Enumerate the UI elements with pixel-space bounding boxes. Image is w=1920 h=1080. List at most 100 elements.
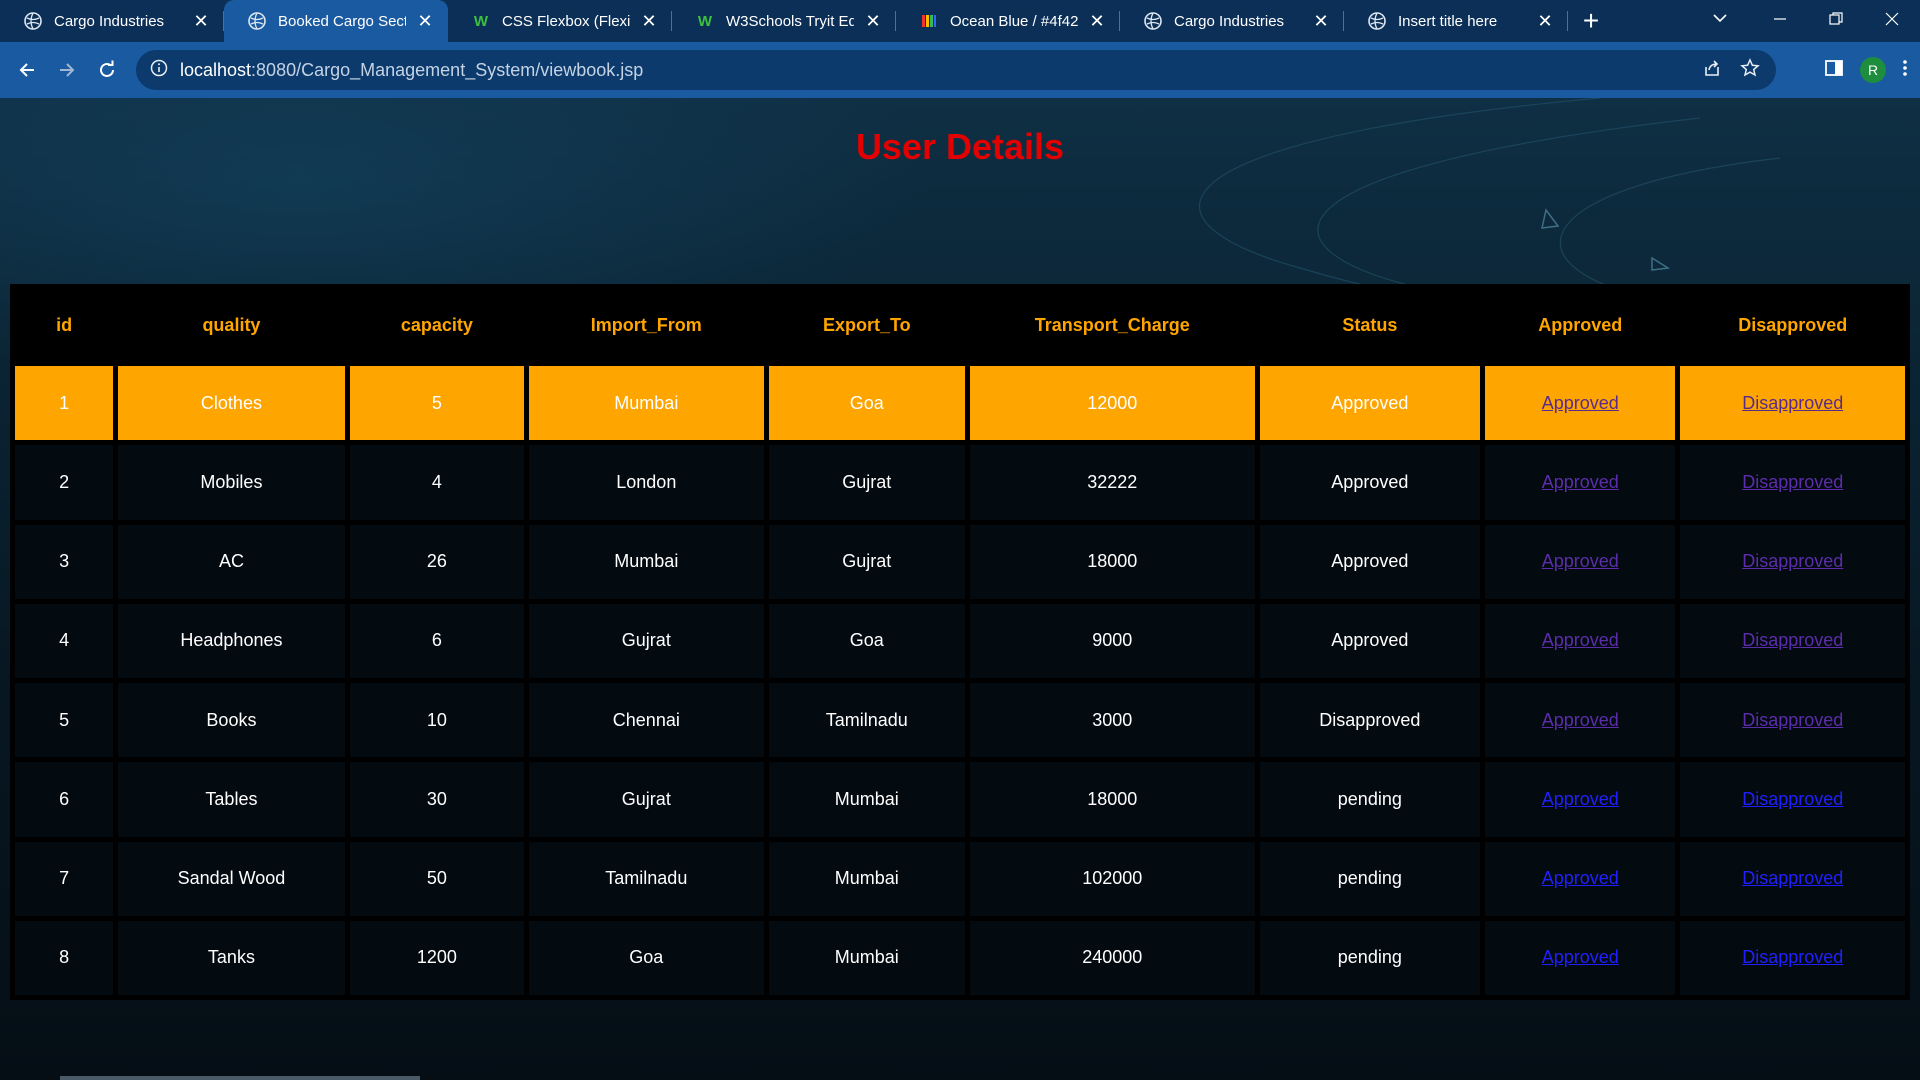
cell-transport-charge: 32222 xyxy=(969,445,1255,520)
restore-icon xyxy=(1829,12,1843,25)
cell-import-from: Gujrat xyxy=(529,603,764,678)
info-icon[interactable] xyxy=(150,59,168,82)
column-header-approved: Approved xyxy=(1538,314,1623,335)
cell-import-from: Goa xyxy=(529,920,764,995)
disapprove-link[interactable]: Disapproved xyxy=(1742,710,1843,730)
share-icon[interactable] xyxy=(1702,58,1722,83)
tab-strip: Cargo Industries ✕ Booked Cargo Section … xyxy=(0,0,1920,42)
table-row: 8 Tanks 1200 Goa Mumbai 240000 pending A… xyxy=(15,920,1905,995)
tab-cargo-industries-2[interactable]: Cargo Industries ✕ xyxy=(1120,0,1344,42)
approve-link[interactable]: Approved xyxy=(1542,789,1619,809)
globe-icon xyxy=(248,12,266,30)
new-tab-button[interactable]: + xyxy=(1568,0,1614,42)
close-icon[interactable]: ✕ xyxy=(638,10,660,32)
side-panel-icon[interactable] xyxy=(1824,58,1844,83)
column-header-quality: quality xyxy=(202,314,261,335)
cell-disapprove: Disapproved xyxy=(1680,920,1905,995)
approve-link[interactable]: Approved xyxy=(1542,472,1619,492)
disapprove-link[interactable]: Disapproved xyxy=(1742,472,1843,492)
back-button[interactable] xyxy=(7,50,47,90)
tab-cargo-industries[interactable]: Cargo Industries ✕ xyxy=(0,0,224,42)
close-icon[interactable]: ✕ xyxy=(1534,10,1556,32)
column-header-capacity: capacity xyxy=(400,314,473,335)
column-header-import-from: Import_From xyxy=(590,314,702,335)
cell-status: pending xyxy=(1259,841,1481,916)
cell-approve: Approved xyxy=(1485,683,1676,758)
cell-import-from: Mumbai xyxy=(529,366,764,441)
tab-w3schools-tryit[interactable]: W W3Schools Tryit Editor ✕ xyxy=(672,0,896,42)
approve-link[interactable]: Approved xyxy=(1542,710,1619,730)
cell-transport-charge: 240000 xyxy=(969,920,1255,995)
cell-approve: Approved xyxy=(1485,603,1676,678)
disapprove-link[interactable]: Disapproved xyxy=(1742,551,1843,571)
forward-button[interactable] xyxy=(47,50,87,90)
column-header-disapproved: Disapproved xyxy=(1738,314,1848,335)
disapprove-link[interactable]: Disapproved xyxy=(1742,947,1843,967)
cell-id: 7 xyxy=(15,841,114,916)
disapprove-link[interactable]: Disapproved xyxy=(1742,868,1843,888)
disapprove-link[interactable]: Disapproved xyxy=(1742,630,1843,650)
more-menu-icon[interactable] xyxy=(1902,58,1908,83)
url-text: localhost:8080/Cargo_Management_System/v… xyxy=(180,60,643,81)
cell-status: pending xyxy=(1259,762,1481,837)
disapprove-link[interactable]: Disapproved xyxy=(1742,789,1843,809)
tab-css-flexbox[interactable]: W CSS Flexbox (Flexible Box) ✕ xyxy=(448,0,672,42)
minimize-button[interactable] xyxy=(1752,0,1808,38)
table-row[interactable]: 1 Clothes 5 Mumbai Goa 12000 Approved Ap… xyxy=(15,366,1905,441)
tab-ocean-blue[interactable]: Ocean Blue / #4f42b5 ✕ xyxy=(896,0,1120,42)
url-host: localhost xyxy=(180,59,252,80)
cell-disapprove: Disapproved xyxy=(1680,762,1905,837)
cell-quality: Tables xyxy=(118,762,345,837)
cell-capacity: 26 xyxy=(349,524,525,599)
approve-link[interactable]: Approved xyxy=(1542,630,1619,650)
globe-icon xyxy=(1368,12,1386,30)
cell-export-to: Mumbai xyxy=(768,920,965,995)
close-icon[interactable]: ✕ xyxy=(1086,10,1108,32)
cell-status: Approved xyxy=(1259,603,1481,678)
reload-button[interactable] xyxy=(87,50,127,90)
tab-title: Booked Cargo Section xyxy=(278,12,406,30)
table-row: 6 Tables 30 Gujrat Mumbai 18000 pending … xyxy=(15,762,1905,837)
close-icon[interactable]: ✕ xyxy=(414,10,436,32)
cell-approve: Approved xyxy=(1485,841,1676,916)
reload-icon xyxy=(100,60,114,77)
cell-status: Approved xyxy=(1259,366,1481,441)
cell-import-from: Chennai xyxy=(529,683,764,758)
horizontal-scrollbar[interactable] xyxy=(60,1076,420,1080)
restore-button[interactable] xyxy=(1808,0,1864,38)
address-bar[interactable]: localhost:8080/Cargo_Management_System/v… xyxy=(136,50,1776,90)
cell-export-to: Mumbai xyxy=(768,762,965,837)
table-row: 4 Headphones 6 Gujrat Goa 9000 Approved … xyxy=(15,603,1905,678)
window-controls xyxy=(1752,0,1920,42)
cell-id: 5 xyxy=(15,683,114,758)
cell-import-from: Mumbai xyxy=(529,524,764,599)
tab-title: Insert title here xyxy=(1398,12,1498,30)
cell-disapprove: Disapproved xyxy=(1680,524,1905,599)
close-window-button[interactable] xyxy=(1864,0,1920,38)
cell-transport-charge: 3000 xyxy=(969,683,1255,758)
approve-link[interactable]: Approved xyxy=(1542,393,1619,413)
close-icon[interactable]: ✕ xyxy=(862,10,884,32)
cell-transport-charge: 12000 xyxy=(969,366,1255,441)
cell-approve: Approved xyxy=(1485,524,1676,599)
close-icon[interactable]: ✕ xyxy=(190,10,212,32)
cell-transport-charge: 18000 xyxy=(969,762,1255,837)
column-header-transport-charge: Transport_Charge xyxy=(1034,314,1190,335)
bookmark-star-icon[interactable] xyxy=(1740,57,1760,83)
tab-search-button[interactable] xyxy=(1700,0,1740,38)
close-icon xyxy=(1885,12,1899,26)
cell-disapprove: Disapproved xyxy=(1680,445,1905,520)
tab-booked-cargo-section[interactable]: Booked Cargo Section ✕ xyxy=(224,0,448,42)
cell-transport-charge: 102000 xyxy=(969,841,1255,916)
profile-avatar[interactable]: R xyxy=(1860,57,1886,83)
tab-insert-title-here[interactable]: Insert title here ✕ xyxy=(1344,0,1568,42)
approve-link[interactable]: Approved xyxy=(1542,551,1619,571)
approve-link[interactable]: Approved xyxy=(1542,868,1619,888)
close-icon[interactable]: ✕ xyxy=(1310,10,1332,32)
cell-quality: Books xyxy=(118,683,345,758)
tab-divider xyxy=(1567,11,1568,31)
disapprove-link[interactable]: Disapproved xyxy=(1742,393,1843,413)
cell-approve: Approved xyxy=(1485,920,1676,995)
w3schools-icon: W xyxy=(473,12,489,30)
approve-link[interactable]: Approved xyxy=(1542,947,1619,967)
